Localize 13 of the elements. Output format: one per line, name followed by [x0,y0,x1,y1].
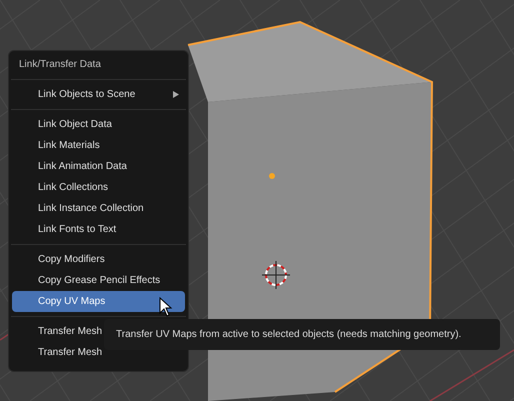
menu-item[interactable]: Copy Grease Pencil Effects [12,270,185,291]
menu-item[interactable]: Copy UV Maps [12,291,185,312]
menu-title: Link/Transfer Data [18,58,102,72]
menu-item[interactable]: Copy Modifiers [12,249,185,270]
menu-item[interactable]: Link Objects to Scene [12,84,185,105]
tooltip: Transfer UV Maps from active to selected objects (needs matching geometry). [104,319,500,350]
menu-item[interactable]: Link Materials [12,135,185,156]
menu-item[interactable]: Link Fonts to Text [12,219,185,240]
menu-item[interactable]: Link Instance Collection [12,198,185,219]
menu-item[interactable]: Link Animation Data [12,156,185,177]
mouse-cursor-icon [159,297,173,317]
menu-item[interactable]: Link Object Data [12,114,185,135]
menu-item[interactable]: Link Collections [12,177,185,198]
